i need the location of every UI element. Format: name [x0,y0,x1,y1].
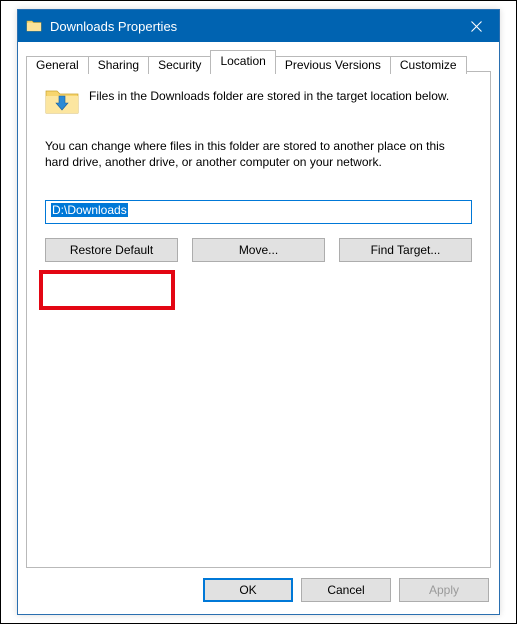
dialog-body: General Sharing Security Location Previo… [18,42,499,568]
tab-sharing[interactable]: Sharing [88,56,149,74]
tab-strip: General Sharing Security Location Previo… [26,50,491,72]
location-path-input[interactable]: D:\Downloads [45,200,472,224]
tab-customize[interactable]: Customize [390,56,467,74]
path-value: D:\Downloads [51,203,128,217]
find-target-button[interactable]: Find Target... [339,238,472,262]
intro-row: Files in the Downloads folder are stored… [45,86,472,116]
downloads-folder-icon [45,86,79,116]
tab-general[interactable]: General [26,56,89,74]
location-panel: Files in the Downloads folder are stored… [26,71,491,568]
properties-window: Downloads Properties General Sharing Sec… [17,9,500,615]
window-title: Downloads Properties [50,19,453,34]
close-button[interactable] [453,10,499,42]
location-buttons: Restore Default Move... Find Target... [45,238,472,262]
ok-button[interactable]: OK [203,578,293,602]
description-text: You can change where files in this folde… [45,138,472,170]
restore-default-button[interactable]: Restore Default [45,238,178,262]
dialog-footer: OK Cancel Apply [18,568,499,614]
tab-previous-versions[interactable]: Previous Versions [275,56,391,74]
red-highlight [39,270,175,310]
intro-text: Files in the Downloads folder are stored… [89,86,449,104]
tab-security[interactable]: Security [148,56,211,74]
cancel-button[interactable]: Cancel [301,578,391,602]
tab-location[interactable]: Location [210,50,275,72]
titlebar: Downloads Properties [18,10,499,42]
folder-icon [26,18,42,34]
apply-button[interactable]: Apply [399,578,489,602]
move-button[interactable]: Move... [192,238,325,262]
